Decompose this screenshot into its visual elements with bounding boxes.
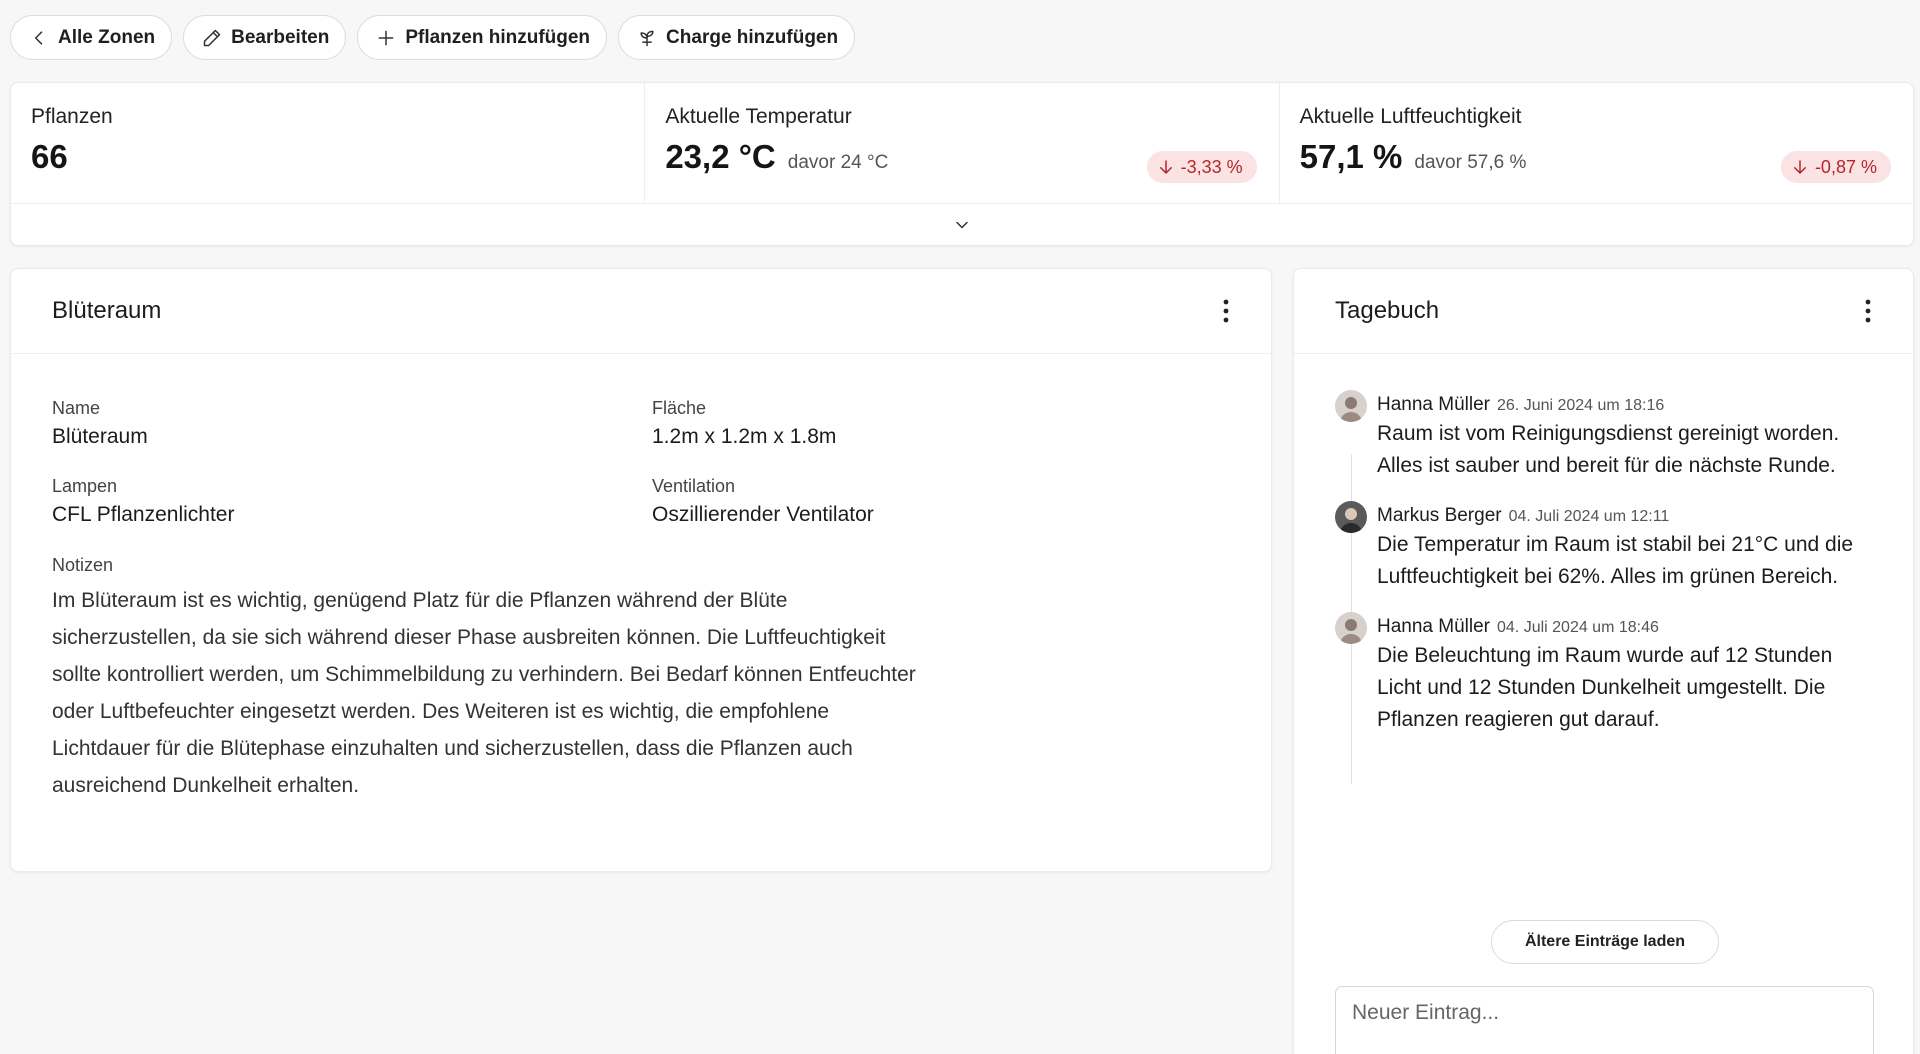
field-name: Name Blüteraum [52, 398, 652, 449]
user-avatar-icon [1340, 397, 1362, 422]
field-area: Fläche 1.2m x 1.2m x 1.8m [652, 398, 1252, 449]
arrow-down-icon [1793, 160, 1806, 174]
diary-entry: Markus Berger 04. Juli 2024 um 12:11 Die… [1335, 501, 1871, 593]
stat-plants: Pflanzen 66 [11, 83, 646, 203]
zone-menu-button[interactable] [1211, 291, 1241, 331]
temperature-change-value: -3,33 % [1180, 156, 1243, 177]
entry-date: 04. Juli 2024 um 12:11 [1508, 508, 1670, 525]
entry-author: Hanna Müller [1377, 394, 1490, 415]
add-plants-label: Pflanzen hinzufügen [405, 26, 591, 48]
stat-humidity-previous: davor 57,6 % [1414, 152, 1527, 173]
stat-plants-label: Pflanzen [31, 105, 113, 128]
field-name-value: Blüteraum [52, 425, 148, 448]
stats-panel: Pflanzen 66 Aktuelle Temperatur 23,2 °C … [10, 82, 1914, 246]
diary-entry: Hanna Müller 26. Juni 2024 um 18:16 Raum… [1335, 390, 1871, 482]
expand-stats-toggle[interactable] [11, 204, 1913, 246]
zone-details-card: Blüteraum Name Blüteraum Fläche 1.2m x 1… [10, 268, 1272, 872]
diary-entry: Hanna Müller 04. Juli 2024 um 18:46 Die … [1335, 612, 1871, 736]
edit-button[interactable]: Bearbeiten [183, 15, 347, 60]
chevron-left-icon [34, 30, 43, 45]
load-older-entries-button[interactable]: Ältere Einträge laden [1491, 920, 1719, 964]
field-area-label: Fläche [652, 398, 707, 418]
avatar [1335, 501, 1367, 533]
add-batch-button[interactable]: Charge hinzufügen [618, 15, 856, 60]
user-avatar-icon [1340, 619, 1362, 644]
diary-menu-button[interactable] [1853, 291, 1883, 331]
kebab-icon [1865, 299, 1871, 323]
field-lamps: Lampen CFL Pflanzenlichter [52, 476, 652, 527]
avatar [1335, 612, 1367, 644]
field-ventilation-value: Oszillierender Ventilator [652, 503, 874, 526]
stat-temperature-label: Aktuelle Temperatur [665, 105, 852, 128]
field-ventilation: Ventilation Oszillierender Ventilator [652, 476, 1252, 527]
add-plants-button[interactable]: Pflanzen hinzufügen [357, 15, 608, 60]
field-name-label: Name [52, 398, 101, 418]
field-notes-label: Notizen [52, 555, 114, 575]
temperature-change-badge: -3,33 % [1146, 151, 1257, 183]
new-entry-input[interactable] [1335, 986, 1874, 1054]
field-notes: Notizen Im Blüteraum ist es wichtig, gen… [52, 555, 1230, 804]
diary-card: Tagebuch Hanna Müller 26. Juni 2024 um 1… [1293, 268, 1914, 1054]
stat-humidity-label: Aktuelle Luftfeuchtigkeit [1299, 105, 1522, 128]
humidity-change-value: -0,87 % [1814, 156, 1877, 177]
plus-icon [378, 30, 394, 45]
field-lamps-label: Lampen [52, 476, 118, 496]
arrow-down-icon [1159, 160, 1172, 174]
avatar [1335, 390, 1367, 422]
edit-label: Bearbeiten [231, 26, 330, 48]
back-to-zones-label: Alle Zonen [58, 26, 156, 48]
entry-text: Die Temperatur im Raum ist stabil bei 21… [1377, 533, 1854, 588]
stat-temperature-value: 23,2 °C [665, 138, 776, 175]
stat-humidity-value: 57,1 % [1299, 138, 1403, 175]
toolbar: Alle Zonen Bearbeiten Pflanzen hinzufüge… [10, 15, 856, 60]
plant-icon [640, 30, 654, 46]
entry-date: 26. Juni 2024 um 18:16 [1497, 397, 1665, 414]
entry-text: Die Beleuchtung im Raum wurde auf 12 Stu… [1377, 644, 1833, 731]
field-area-value: 1.2m x 1.2m x 1.8m [652, 425, 837, 448]
field-lamps-value: CFL Pflanzenlichter [52, 503, 235, 526]
stat-temperature-previous: davor 24 °C [787, 152, 889, 173]
field-ventilation-label: Ventilation [652, 476, 736, 496]
entry-text: Raum ist vom Reinigungsdienst gereinigt … [1377, 422, 1840, 477]
back-to-zones-button[interactable]: Alle Zonen [10, 15, 173, 60]
field-notes-text: Im Blüteraum ist es wichtig, genügend Pl… [52, 589, 916, 797]
kebab-icon [1223, 299, 1229, 323]
stat-plants-value: 66 [31, 138, 68, 175]
humidity-change-badge: -0,87 % [1780, 151, 1891, 183]
stat-humidity: Aktuelle Luftfeuchtigkeit 57,1 % davor 5… [1280, 83, 1913, 203]
stat-temperature: Aktuelle Temperatur 23,2 °C davor 24 °C … [645, 83, 1280, 203]
entry-date: 04. Juli 2024 um 18:46 [1497, 619, 1659, 636]
user-avatar-icon [1340, 508, 1362, 533]
zone-title: Blüteraum [52, 297, 162, 324]
pencil-icon [203, 29, 221, 46]
add-batch-label: Charge hinzufügen [666, 26, 839, 48]
entry-author: Markus Berger [1377, 505, 1502, 526]
chevron-down-icon [956, 221, 968, 229]
entry-author: Hanna Müller [1377, 616, 1490, 637]
diary-title: Tagebuch [1335, 297, 1440, 324]
